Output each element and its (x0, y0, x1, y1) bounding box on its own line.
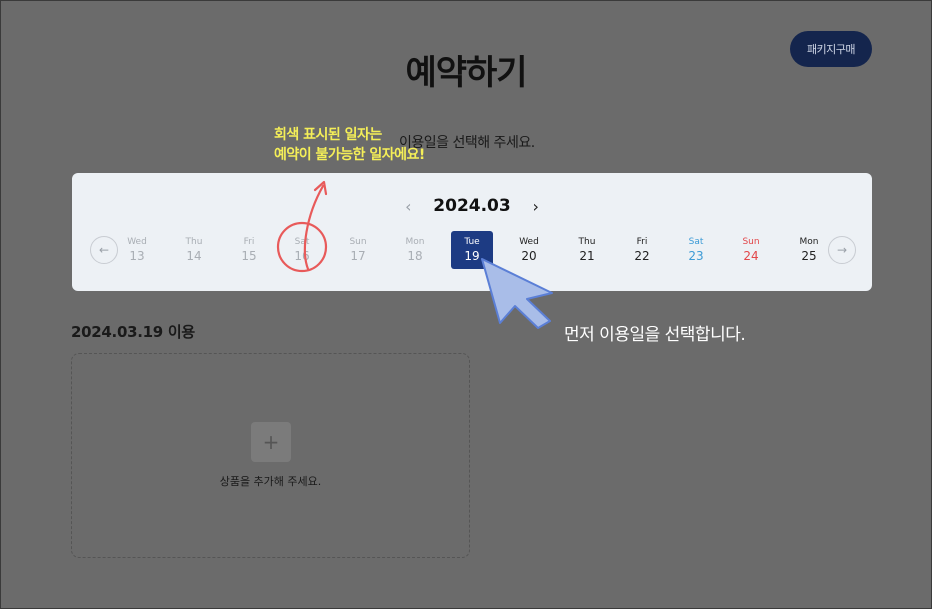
annotation-overlay (276, 180, 553, 329)
cursor-pointer-icon (481, 258, 553, 329)
booking-page: 패키지구매 예약하기 회색 표시된 일자는 예약이 불가능한 일자에요! 이용일… (0, 0, 932, 609)
red-curved-arrow (303, 184, 325, 271)
highlight-circle (276, 221, 328, 273)
